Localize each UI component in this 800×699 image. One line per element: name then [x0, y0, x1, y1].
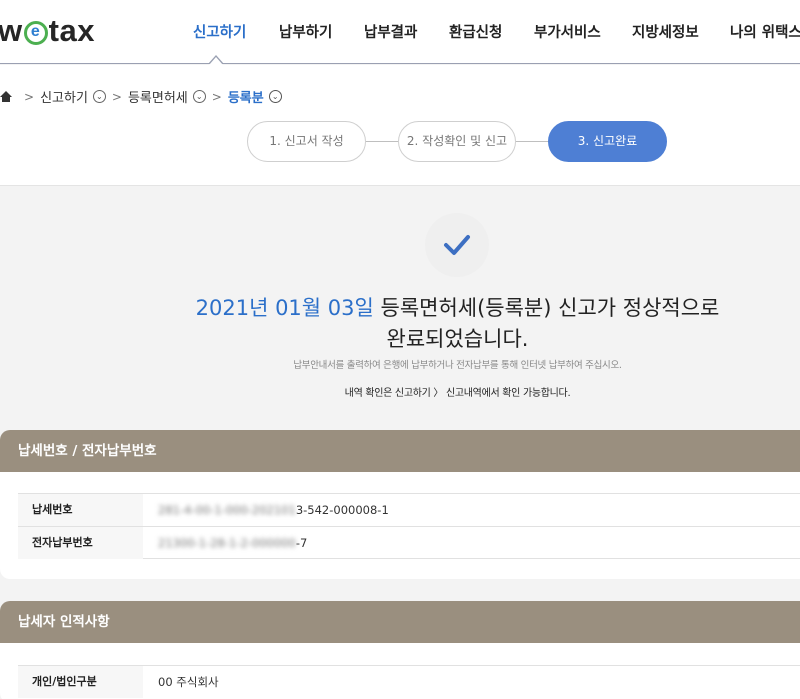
row-label-tax-number: 납세번호: [18, 494, 143, 526]
breadcrumb-item-report[interactable]: 신고하기: [40, 87, 88, 106]
nav-report[interactable]: 신고하기: [193, 21, 246, 42]
payment-guide-note: 납부안내서를 출력하여 은행에 납부하거나 전자납부를 통해 인터넷 납부하여 …: [293, 360, 622, 371]
row-value-e-payment-number: 21300-1-28-1-2-000000-7: [158, 527, 307, 559]
breadcrumb-item-current[interactable]: 등록분: [228, 87, 264, 106]
wetax-logo[interactable]: w e tax: [0, 13, 95, 49]
top-header: w e tax 신고하기 납부하기 납부결과 환급신청 부가서비스 지방세정보 나의…: [0, 0, 800, 65]
section-title-taxpayer-info: 납세자 인적사항: [0, 601, 800, 643]
masked-value: 21300-1-28-1-2-000000: [158, 536, 296, 550]
visible-value: -7: [295, 536, 308, 550]
chevron-down-icon[interactable]: ⌄: [268, 90, 282, 103]
row-label-person-type: 개인/법인구분: [18, 666, 143, 698]
table-row: 전자납부번호 21300-1-28-1-2-000000-7: [18, 526, 800, 559]
history-guide-note: 내역 확인은 신고하기 〉 신고내역에서 확인 가능합니다.: [344, 388, 571, 399]
progress-steps: 1. 신고서 작성 2. 작성확인 및 신고 3. 신고완료: [0, 121, 800, 163]
table-row: 납세번호 281-4-00-1-000-2021013-542-000008-1: [18, 493, 800, 526]
step-connector: [516, 141, 550, 142]
nav-pay[interactable]: 납부하기: [279, 21, 332, 42]
home-icon[interactable]: [0, 90, 12, 103]
completion-message: 2021년 01월 03일 등록면허세(등록분) 신고가 정상적으로: [0, 292, 800, 322]
nav-refund[interactable]: 환급신청: [449, 21, 502, 42]
row-value-tax-number: 281-4-00-1-000-2021013-542-000008-1: [158, 494, 389, 526]
step-complete: 3. 신고완료: [548, 121, 667, 162]
chevron-right-icon: >: [111, 89, 122, 104]
completion-date: 2021년 01월 03일: [195, 296, 374, 320]
completion-message-text: 등록면허세(등록분) 신고가 정상적으로: [373, 296, 720, 320]
logo-text-tax: tax: [48, 13, 95, 48]
chevron-right-icon: >: [24, 89, 35, 104]
nav-extra-services[interactable]: 부가서비스: [534, 21, 601, 42]
logo-text-w: w: [0, 13, 23, 48]
nav-local-tax-info[interactable]: 지방세정보: [632, 21, 699, 42]
chevron-right-icon: >: [211, 89, 222, 104]
row-label-e-payment-number: 전자납부번호: [18, 527, 143, 559]
breadcrumb-item-tax-type[interactable]: 등록면허세: [128, 87, 188, 106]
completion-message-line2: 완료되었습니다.: [386, 327, 529, 351]
visible-value: 3-542-000008-1: [295, 503, 389, 517]
breadcrumb: > 신고하기 ⌄ > 등록면허세 ⌄ > 등록분 ⌄: [0, 87, 282, 106]
section-title-payment-number: 납세번호 / 전자납부번호: [0, 430, 800, 472]
active-nav-indicator: [208, 55, 224, 65]
success-check-icon: [425, 213, 489, 277]
nav-my-wetax[interactable]: 나의 위택스: [730, 21, 800, 42]
section-body-taxpayer-info: 개인/법인구분 00 주식회사: [0, 643, 800, 699]
nav-pay-result[interactable]: 납부결과: [364, 21, 417, 42]
breadcrumb-panel: > 신고하기 ⌄ > 등록면허세 ⌄ > 등록분 ⌄ 1. 신고서 작성 2. …: [0, 65, 800, 186]
chevron-down-icon[interactable]: ⌄: [92, 90, 106, 103]
table-row: 개인/법인구분 00 주식회사: [18, 665, 800, 698]
row-value-person-type: 00 주식회사: [158, 675, 219, 689]
chevron-down-icon[interactable]: ⌄: [192, 90, 206, 103]
logo-e-mark: e: [23, 20, 48, 45]
step-confirm: 2. 작성확인 및 신고: [398, 121, 516, 162]
masked-value: 281-4-00-1-000-202101: [158, 503, 296, 517]
section-body-payment-number: 납세번호 281-4-00-1-000-2021013-542-000008-1…: [0, 472, 800, 579]
step-connector: [366, 141, 400, 142]
step-write: 1. 신고서 작성: [247, 121, 366, 162]
